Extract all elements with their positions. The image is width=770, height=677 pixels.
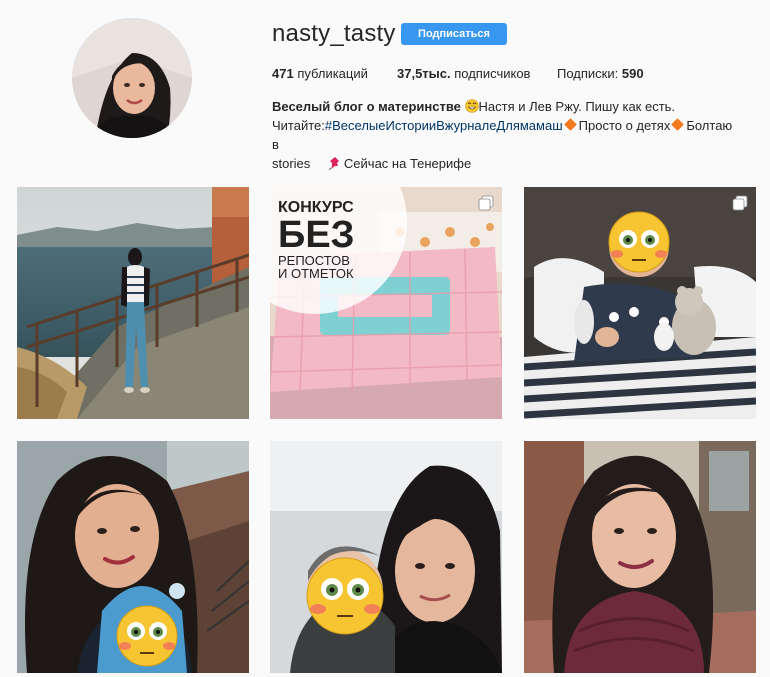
follow-button[interactable]: Подписаться xyxy=(401,23,507,45)
bio-line-2: Читайте:#ВеселыеИсторииВжурналеДлямамаш П… xyxy=(272,116,742,154)
post-thumbnail-6[interactable] xyxy=(524,441,756,673)
followers-count: 37,5тыс. xyxy=(397,66,451,81)
post-thumbnail-2[interactable]: КОНКУРС БЕЗ РЕПОСТОВ И ОТМЕТОК xyxy=(270,187,502,419)
posts-label: публикаций xyxy=(293,66,368,81)
bio-line-1: Веселый блог о материнстве Настя и Лев Р… xyxy=(272,97,742,116)
posts-count: 471 xyxy=(272,66,294,81)
post-thumbnail-5[interactable] xyxy=(270,441,502,673)
bio-simple-kids: Просто о детях xyxy=(578,118,671,133)
post-thumbnail-1[interactable] xyxy=(17,187,249,419)
pushpin-icon xyxy=(328,157,339,170)
multiple-photos-icon xyxy=(732,195,748,211)
post-thumbnail-4[interactable] xyxy=(17,441,249,673)
bio-stories: stories xyxy=(272,156,311,171)
following-label: Подписки: xyxy=(557,66,622,81)
orange-diamond-icon xyxy=(671,118,685,131)
contest-big-text: БЕЗ xyxy=(278,214,354,256)
multiple-photos-icon xyxy=(478,195,494,211)
smiling-face-icon xyxy=(464,99,479,113)
bio-read-prefix: Читайте: xyxy=(272,118,325,133)
following-count: 590 xyxy=(621,66,644,81)
contest-sub2-text: И ОТМЕТОК xyxy=(278,266,354,281)
followers-stat[interactable]: 37,5тыс. подписчиков xyxy=(397,66,530,81)
profile-avatar xyxy=(72,18,192,138)
profile-username: nasty_tasty xyxy=(272,20,396,47)
profile-bio: Веселый блог о материнстве Настя и Лев Р… xyxy=(272,97,742,173)
bio-location: Сейчас на Тенерифе xyxy=(343,156,472,171)
bio-name: Веселый блог о материнстве xyxy=(272,99,461,114)
bio-line-3: stories Сейчас на Тенерифе xyxy=(272,154,742,173)
orange-diamond-icon xyxy=(563,118,577,131)
hashtag-link[interactable]: #ВеселыеИсторииВжурналеДлямамаш xyxy=(325,118,563,133)
bio-line1-rest: Настя и Лев Ржу. Пишу как есть. xyxy=(478,99,676,114)
posts-stat[interactable]: 471 публикаций xyxy=(272,66,368,81)
following-stat[interactable]: Подписки: 590 xyxy=(557,66,644,81)
post-thumbnail-3[interactable] xyxy=(524,187,756,419)
followers-label: подписчиков xyxy=(450,66,531,81)
